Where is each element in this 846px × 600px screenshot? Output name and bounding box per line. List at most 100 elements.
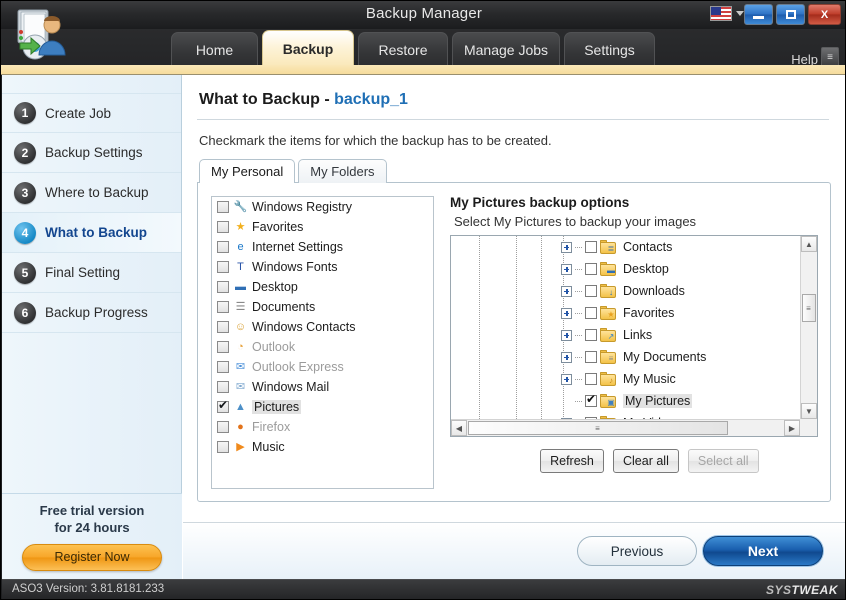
tab-manage-jobs[interactable]: Manage Jobs [452,32,560,67]
tree-row[interactable]: ≡My Documents [451,346,800,368]
personal-item-row[interactable]: 🔧Windows Registry [212,197,433,217]
tree-item-checkbox[interactable] [585,329,597,341]
folder-icon: ♪ [600,372,616,386]
tree-item-checkbox[interactable] [585,285,597,297]
sidebar-item-label: Where to Backup [45,185,149,200]
sidebar-item-backup-settings[interactable]: 2 Backup Settings [2,133,181,173]
tab-backup[interactable]: Backup [262,30,354,67]
personal-item-row[interactable]: ▶Music [212,437,433,457]
tree-item-checkbox[interactable] [585,307,597,319]
contacts-icon: ☺ [233,320,248,335]
tree-item-checkbox[interactable] [585,395,597,407]
tab-home[interactable]: Home [171,32,258,67]
folder-icon: ≡ [600,350,616,364]
expand-plus-icon[interactable] [561,286,572,297]
sidebar-item-final-setting[interactable]: 5 Final Setting [2,253,181,293]
personal-item-row[interactable]: ☰Documents [212,297,433,317]
us-flag-icon[interactable] [710,6,732,21]
sidebar-item-label: What to Backup [45,225,147,240]
tree-horizontal-scrollbar[interactable]: ◀ ≡ ▶ [451,419,800,436]
personal-item-checkbox[interactable] [217,361,229,373]
tab-restore[interactable]: Restore [358,32,448,67]
tree-row[interactable]: ♪My Music [451,368,800,390]
tree-item-label: Contacts [623,240,672,254]
select-all-button[interactable]: Select all [688,449,759,473]
personal-item-checkbox[interactable] [217,441,229,453]
personal-item-checkbox[interactable] [217,421,229,433]
previous-button[interactable]: Previous [577,536,697,566]
tree-item-checkbox[interactable] [585,241,597,253]
tree-item-checkbox[interactable] [585,351,597,363]
personal-item-row[interactable]: TWindows Fonts [212,257,433,277]
vertical-scroll-thumb[interactable]: ≡ [802,294,816,322]
step-number-badge: 2 [14,142,36,164]
maximize-button[interactable] [776,4,805,25]
clear-all-button[interactable]: Clear all [613,449,679,473]
personal-item-checkbox[interactable] [217,401,229,413]
scroll-up-button[interactable]: ▲ [801,236,817,252]
sidebar-item-backup-progress[interactable]: 6 Backup Progress [2,293,181,333]
tab-my-personal[interactable]: My Personal [199,159,295,183]
personal-item-row[interactable]: eInternet Settings [212,237,433,257]
personal-item-row[interactable]: ★Favorites [212,217,433,237]
personal-item-checkbox[interactable] [217,341,229,353]
refresh-button[interactable]: Refresh [540,449,604,473]
folder-tree[interactable]: ≣Contacts▬Desktop↓Downloads★Favorites↗Li… [450,235,818,437]
personal-item-row[interactable]: ☺Windows Contacts [212,317,433,337]
personal-items-list[interactable]: 🔧Windows Registry★FavoriteseInternet Set… [211,196,434,489]
personal-item-checkbox[interactable] [217,201,229,213]
scroll-right-button[interactable]: ▶ [784,420,800,436]
folder-badge-icon: ≡ [607,355,615,363]
personal-item-checkbox[interactable] [217,381,229,393]
personal-item-row[interactable]: ▲Pictures [212,397,433,417]
tree-row[interactable]: ★Favorites [451,302,800,324]
horizontal-scroll-thumb[interactable]: ≡ [468,421,728,435]
personal-item-checkbox[interactable] [217,281,229,293]
tree-row[interactable]: ▬Desktop [451,258,800,280]
personal-item-row[interactable]: ✉Outlook Express [212,357,433,377]
personal-item-row[interactable]: ◔Outlook [212,337,433,357]
personal-item-checkbox[interactable] [217,261,229,273]
personal-item-row[interactable]: ✉Windows Mail [212,377,433,397]
tab-settings[interactable]: Settings [564,32,655,67]
personal-item-row[interactable]: ▬Desktop [212,277,433,297]
tree-item-label: My Pictures [623,394,692,408]
step-number-badge: 3 [14,182,36,204]
expand-plus-icon[interactable] [561,374,572,385]
tree-row[interactable]: ↗Links [451,324,800,346]
tree-item-checkbox[interactable] [585,263,597,275]
sidebar-item-create-job[interactable]: 1 Create Job [2,93,181,133]
expand-plus-icon[interactable] [561,308,572,319]
minimize-button[interactable] [744,4,773,25]
next-button[interactable]: Next [703,536,823,566]
sidebar-item-what-to-backup[interactable]: 4 What to Backup [2,213,181,253]
tree-row[interactable]: ▶My Videos [451,412,800,419]
scroll-down-button[interactable]: ▼ [801,403,817,419]
folder-icon: ↓ [600,284,616,298]
tree-vertical-scrollbar[interactable]: ▲ ≡ ▼ [800,236,817,419]
tree-row[interactable]: ↓Downloads [451,280,800,302]
scroll-left-button[interactable]: ◀ [451,420,467,436]
personal-item-row[interactable]: ●Firefox [212,417,433,437]
expand-plus-icon[interactable] [561,264,572,275]
personal-item-checkbox[interactable] [217,241,229,253]
personal-item-checkbox[interactable] [217,301,229,313]
sidebar-item-where-to-backup[interactable]: 3 Where to Backup [2,173,181,213]
main-tab-bar: Home Backup Restore Manage Jobs Settings… [1,29,846,67]
expand-plus-icon[interactable] [561,352,572,363]
help-dropdown-icon[interactable]: ≡ [821,47,839,67]
tree-item-checkbox[interactable] [585,373,597,385]
music-icon: ▶ [233,440,248,455]
language-chevron-down-icon[interactable] [736,11,744,16]
folder-icon: ▣ [600,394,616,408]
expand-plus-icon[interactable] [561,242,572,253]
expand-plus-icon[interactable] [561,330,572,341]
systweak-logo-sys: SYS [766,583,792,597]
close-button[interactable]: X [808,4,841,25]
tree-row[interactable]: ▣ My Pictures [451,390,800,412]
tab-my-folders[interactable]: My Folders [298,159,386,183]
tree-row[interactable]: ≣Contacts [451,236,800,258]
register-now-button[interactable]: Register Now [22,544,162,571]
personal-item-checkbox[interactable] [217,221,229,233]
personal-item-checkbox[interactable] [217,321,229,333]
